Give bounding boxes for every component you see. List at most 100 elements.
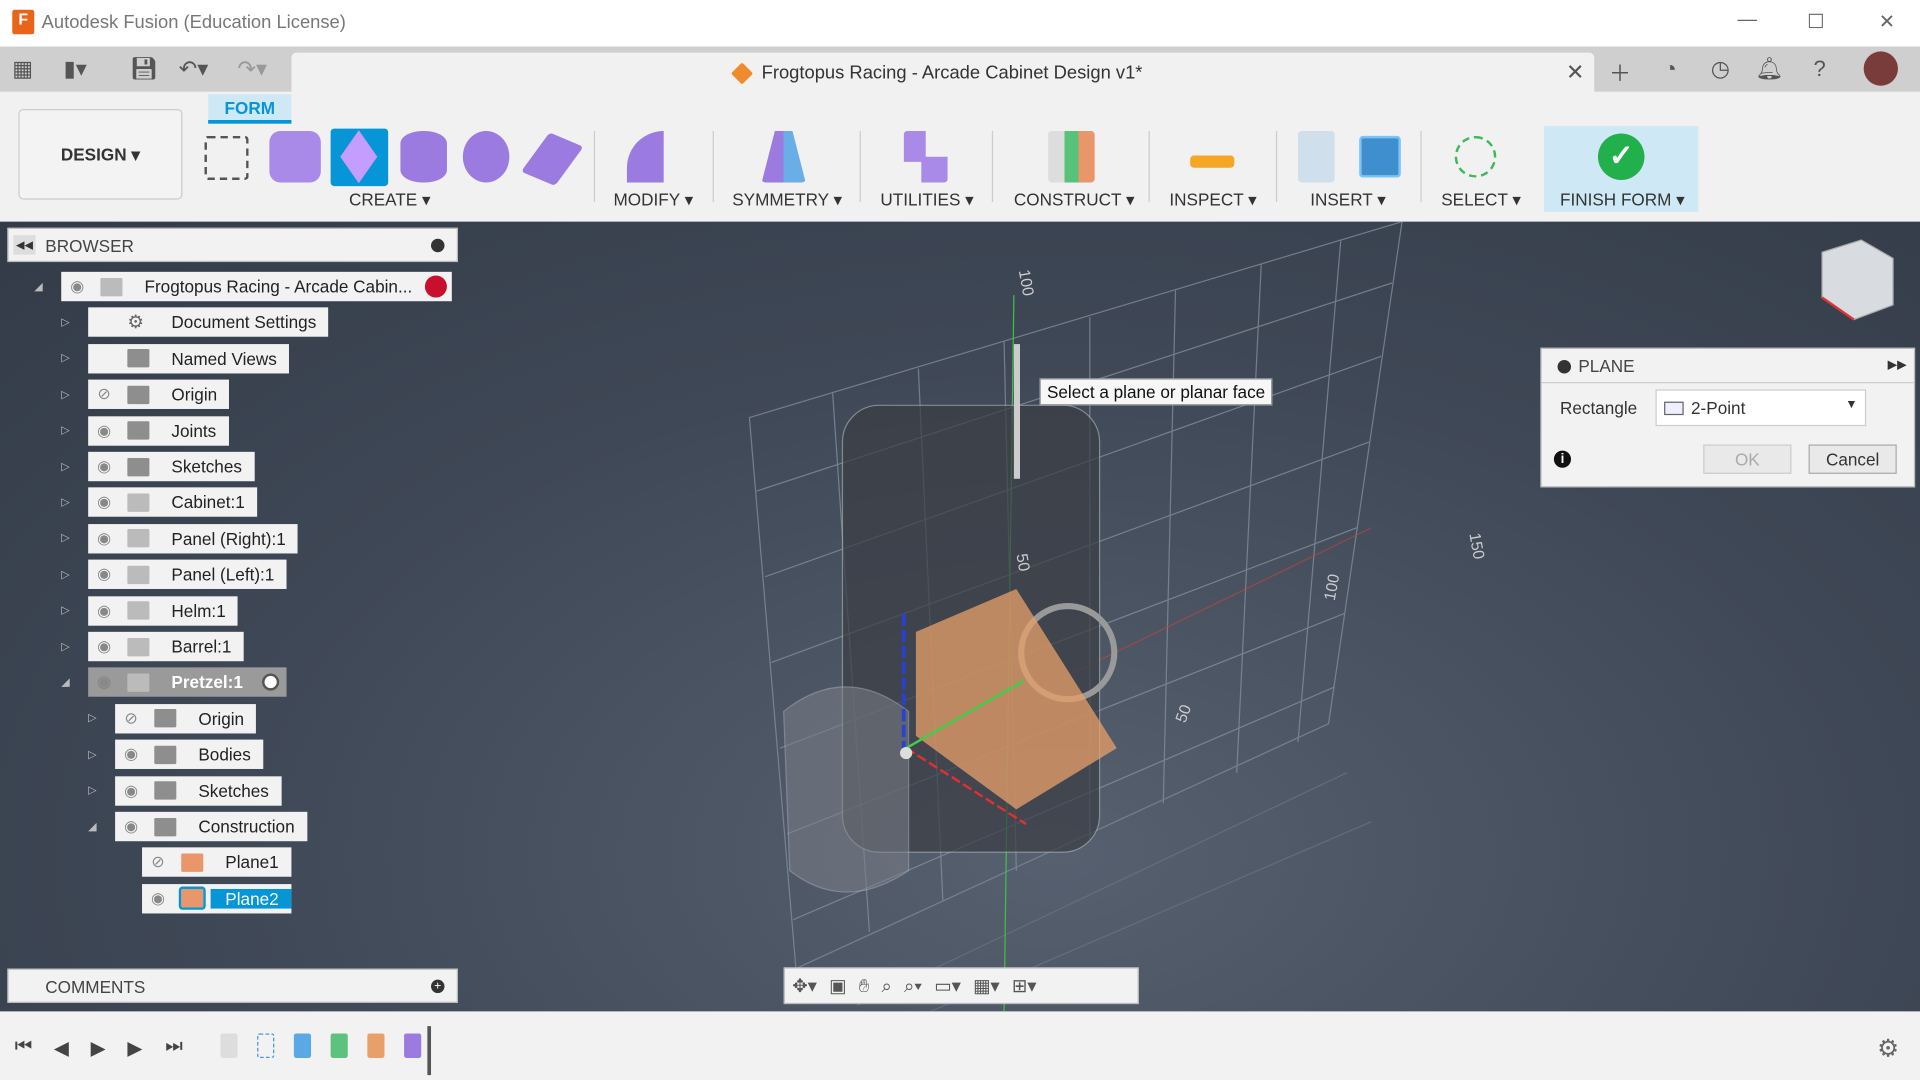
eye-icon[interactable]: ◉ — [142, 889, 174, 909]
grid-settings-icon[interactable]: ▦▾ — [973, 975, 1000, 997]
ok-button[interactable]: OK — [1703, 444, 1792, 474]
insert-canvas-icon[interactable] — [1359, 135, 1401, 178]
expand-arrow-icon[interactable]: ▷ — [88, 748, 100, 761]
add-comment-icon[interactable]: + — [431, 979, 445, 994]
construct-plane-icon[interactable] — [1048, 131, 1095, 183]
workspace-switcher[interactable]: DESIGN ▾ — [18, 108, 183, 200]
go-to-end-icon[interactable]: ⏭ — [165, 1036, 183, 1058]
step-forward-icon[interactable]: ▶ — [127, 1036, 142, 1060]
browser-item[interactable]: ▷ ◉ Sketches — [88, 775, 282, 806]
collapse-dialog-icon[interactable] — [1557, 360, 1572, 374]
go-to-start-icon[interactable]: ⏮ — [15, 1036, 33, 1058]
finish-form-button[interactable]: ✓ FINISH FORM ▾ — [1544, 126, 1699, 212]
browser-item[interactable]: ▷ ◉ Joints — [61, 415, 229, 446]
zoom-icon[interactable]: ⌕ — [881, 975, 891, 996]
expand-arrow-icon[interactable]: ▷ — [61, 532, 73, 545]
eye-icon[interactable]: ◉ — [88, 421, 120, 441]
browser-item[interactable]: ▷ ◉ Cabinet:1 — [61, 487, 258, 518]
undo-icon[interactable]: ↶▾ — [179, 56, 209, 82]
eye-icon[interactable]: ◉ — [88, 493, 120, 513]
job-status-icon[interactable]: ◷ — [1702, 56, 1739, 82]
browser-item[interactable]: ▷ ◉ Barrel:1 — [61, 631, 244, 662]
eye-icon[interactable]: ◉ — [61, 277, 93, 297]
minimize-button[interactable]: — — [1729, 10, 1766, 32]
browser-item[interactable]: ▷ ◉ Bodies — [88, 739, 264, 770]
collapse-browser-icon[interactable]: ◀◀ — [13, 235, 36, 255]
expand-arrow-icon[interactable]: ▷ — [61, 568, 73, 581]
origin-point[interactable] — [900, 746, 913, 760]
create-sketch-icon[interactable] — [204, 135, 249, 181]
collapse-arrow-icon[interactable]: ◢ — [88, 820, 100, 833]
browser-item[interactable]: ◉ Plane2 — [115, 883, 291, 914]
notification-badge-icon[interactable] — [424, 275, 447, 298]
plane-tool-icon[interactable] — [330, 128, 389, 187]
eye-icon[interactable]: ◉ — [88, 637, 120, 657]
insert-fastener-icon[interactable] — [1297, 131, 1335, 183]
expand-arrow-icon[interactable]: ▷ — [61, 604, 73, 617]
modify-menu[interactable]: MODIFY ▾ — [613, 190, 693, 211]
create-menu[interactable]: CREATE ▾ — [349, 190, 431, 211]
eye-icon[interactable]: ◉ — [88, 673, 120, 693]
eye-icon[interactable]: ◉ — [88, 601, 120, 621]
symmetry-menu[interactable]: SYMMETRY ▾ — [732, 190, 842, 211]
select-menu[interactable]: SELECT ▾ — [1441, 190, 1521, 211]
document-tab[interactable]: Frogtopus Racing - Arcade Cabinet Design… — [291, 52, 1595, 95]
browser-item[interactable]: ⊘ Plane1 — [115, 847, 291, 878]
timeline-marker[interactable] — [427, 1026, 432, 1076]
timeline-plane-feature[interactable] — [330, 1033, 348, 1058]
fit-icon[interactable]: ⌕▾ — [904, 975, 922, 996]
expand-arrow-icon[interactable]: ▷ — [88, 712, 100, 725]
convert-icon[interactable] — [903, 131, 948, 183]
tab-form[interactable]: FORM — [208, 94, 292, 124]
minimize-panel-icon[interactable] — [431, 238, 445, 253]
sphere-icon[interactable] — [462, 131, 510, 183]
expand-arrow-icon[interactable]: ▷ — [61, 496, 73, 509]
browser-item[interactable]: ▷ ⊘ Origin — [88, 703, 257, 734]
mirror-symmetry-icon[interactable] — [761, 131, 806, 183]
notifications-icon[interactable]: 🔔︎ — [1751, 56, 1788, 82]
close-window-button[interactable]: ✕ — [1869, 10, 1906, 34]
timeline-sketch-feature[interactable] — [257, 1033, 275, 1058]
eye-icon[interactable]: ◉ — [115, 781, 147, 801]
expand-arrow-icon[interactable]: ▷ — [61, 388, 73, 401]
insert-menu[interactable]: INSERT ▾ — [1310, 190, 1386, 211]
pan-icon[interactable]: ✋︎ — [859, 975, 869, 996]
quadball-icon[interactable] — [521, 132, 584, 186]
browser-item[interactable]: ▷ ◉ Sketches — [61, 451, 255, 482]
hidden-eye-icon[interactable]: ⊘ — [142, 853, 174, 873]
look-at-icon[interactable]: ▣ — [829, 975, 846, 997]
rectangle-type-dropdown[interactable]: 2-Point ▼ — [1655, 389, 1867, 427]
browser-item[interactable]: ▷ ◉ Panel (Left):1 — [61, 559, 287, 590]
expand-dialog-icon[interactable]: ▶▶ — [1888, 359, 1907, 372]
browser-item[interactable]: ▷ ◉ Panel (Right):1 — [61, 523, 299, 554]
orbit-icon[interactable]: ✥▾ — [792, 975, 817, 997]
expand-arrow-icon[interactable]: ▷ — [61, 640, 73, 653]
expand-arrow-icon[interactable]: ▷ — [61, 316, 73, 329]
file-menu-icon[interactable]: ▮▾ — [64, 56, 87, 82]
eye-icon[interactable]: ◉ — [88, 457, 120, 477]
timeline-plane-feature[interactable] — [367, 1033, 385, 1058]
browser-item[interactable]: ▷ ⚙ Document Settings — [61, 307, 329, 338]
inspect-menu[interactable]: INSPECT ▾ — [1169, 190, 1256, 211]
hidden-eye-icon[interactable]: ⊘ — [115, 709, 147, 729]
measure-icon[interactable] — [1190, 155, 1235, 168]
step-back-icon[interactable]: ◀ — [54, 1036, 69, 1060]
browser-item[interactable]: ▷ ⊘ Origin — [61, 379, 230, 410]
new-tab-icon[interactable]: ＋ — [1602, 56, 1639, 88]
expand-arrow-icon[interactable]: ▷ — [88, 784, 100, 797]
select-icon[interactable] — [1454, 135, 1497, 178]
cancel-button[interactable]: Cancel — [1808, 444, 1897, 474]
expand-arrow-icon[interactable]: ▷ — [61, 424, 73, 437]
collapse-arrow-icon[interactable]: ◢ — [34, 280, 46, 293]
browser-item[interactable]: ◢ ◉ Pretzel:1 — [61, 667, 287, 698]
redo-icon[interactable]: ↷▾ — [238, 56, 268, 82]
cylinder-icon[interactable] — [400, 131, 447, 183]
info-icon[interactable]: i — [1553, 450, 1572, 468]
viewports-icon[interactable]: ⊞▾ — [1012, 975, 1037, 997]
play-icon[interactable]: ▶ — [91, 1036, 106, 1060]
extensions-icon[interactable]: ◔ — [1652, 56, 1689, 82]
browser-item[interactable]: ◢ ◉ Construction — [88, 811, 307, 842]
view-cube[interactable] — [1821, 239, 1894, 321]
browser-item[interactable]: ▷ ◉ Helm:1 — [61, 595, 238, 626]
display-settings-icon[interactable]: ▭▾ — [934, 975, 961, 997]
